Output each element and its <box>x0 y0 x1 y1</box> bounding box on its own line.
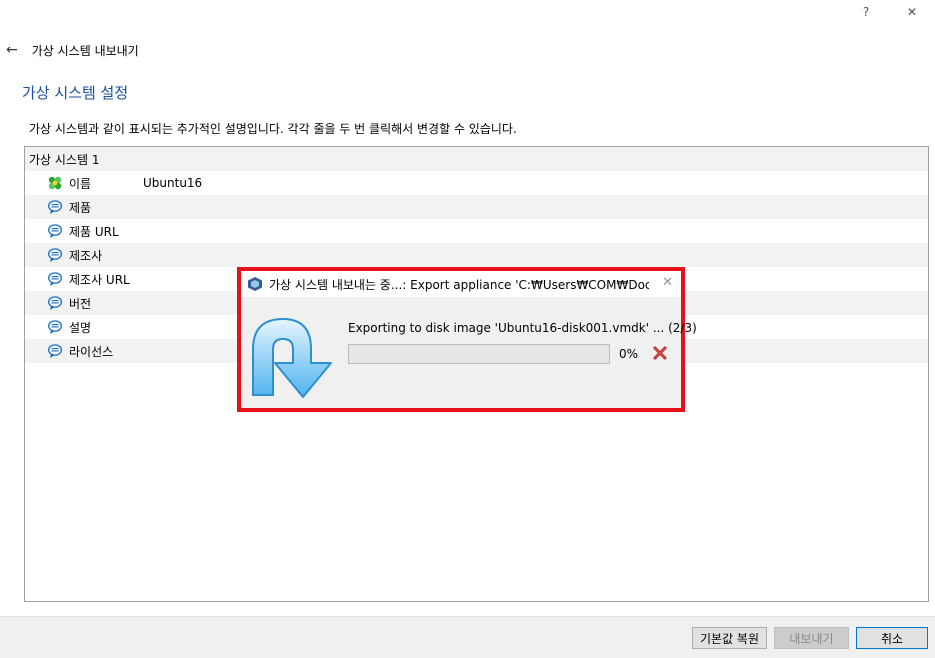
wizard-header: ← 가상 시스템 내보내기 <box>6 40 139 60</box>
table-row[interactable]: 제조사 <box>25 243 928 267</box>
description-icon <box>47 295 63 311</box>
row-label: 제조사 URL <box>69 272 130 287</box>
row-label: 라이선스 <box>69 344 114 359</box>
row-label: 제품 URL <box>69 224 119 239</box>
virtualbox-icon <box>248 277 262 291</box>
description-icon <box>47 319 63 335</box>
dialog-message: Exporting to disk image 'Ubuntu16-disk00… <box>348 321 697 335</box>
row-label: 설명 <box>69 320 92 335</box>
export-arrow-icon <box>252 318 332 398</box>
row-label: 버전 <box>69 296 92 311</box>
export-button[interactable]: 내보내기 <box>774 627 849 649</box>
group-label: 가상 시스템 1 <box>29 152 100 167</box>
close-button[interactable]: ✕ <box>889 5 935 19</box>
table-group-row[interactable]: 가상 시스템 1 <box>25 147 928 171</box>
page-description: 가상 시스템과 같이 표시되는 추가적인 설명입니다. 각각 줄을 두 번 클릭… <box>29 122 517 136</box>
cancel-export-icon[interactable] <box>653 346 667 360</box>
os-icon <box>47 175 63 191</box>
dialog-close-icon[interactable]: ✕ <box>662 275 673 290</box>
dialog-titlebar: 가상 시스템 내보내는 중...: Export appliance 'C:₩U… <box>241 271 681 297</box>
row-value: Ubuntu16 <box>143 176 203 190</box>
back-arrow-icon[interactable]: ← <box>6 42 18 58</box>
description-icon <box>47 271 63 287</box>
table-row[interactable]: 제품 <box>25 195 928 219</box>
row-label: 제품 <box>69 200 92 215</box>
wizard-title: 가상 시스템 내보내기 <box>31 43 139 58</box>
description-icon <box>47 223 63 239</box>
table-row[interactable]: 이름 Ubuntu16 <box>25 171 928 195</box>
table-row[interactable]: 제품 URL <box>25 219 928 243</box>
restore-defaults-button[interactable]: 기본값 복원 <box>692 627 767 649</box>
progress-percent: 0% <box>619 347 639 361</box>
export-progress-bar <box>348 344 610 364</box>
wizard-footer: 기본값 복원 내보내기 취소 <box>0 616 935 658</box>
help-button[interactable]: ? <box>843 5 889 19</box>
row-label: 이름 <box>69 176 92 191</box>
page-title: 가상 시스템 설정 <box>22 84 129 102</box>
description-icon <box>47 199 63 215</box>
dialog-title: 가상 시스템 내보내는 중...: Export appliance 'C:₩U… <box>269 277 649 292</box>
cancel-button[interactable]: 취소 <box>856 627 928 649</box>
row-label: 제조사 <box>69 248 103 263</box>
description-icon <box>47 343 63 359</box>
description-icon <box>47 247 63 263</box>
window-controls: ? ✕ <box>843 0 935 24</box>
export-progress-dialog: 가상 시스템 내보내는 중...: Export appliance 'C:₩U… <box>237 267 697 412</box>
